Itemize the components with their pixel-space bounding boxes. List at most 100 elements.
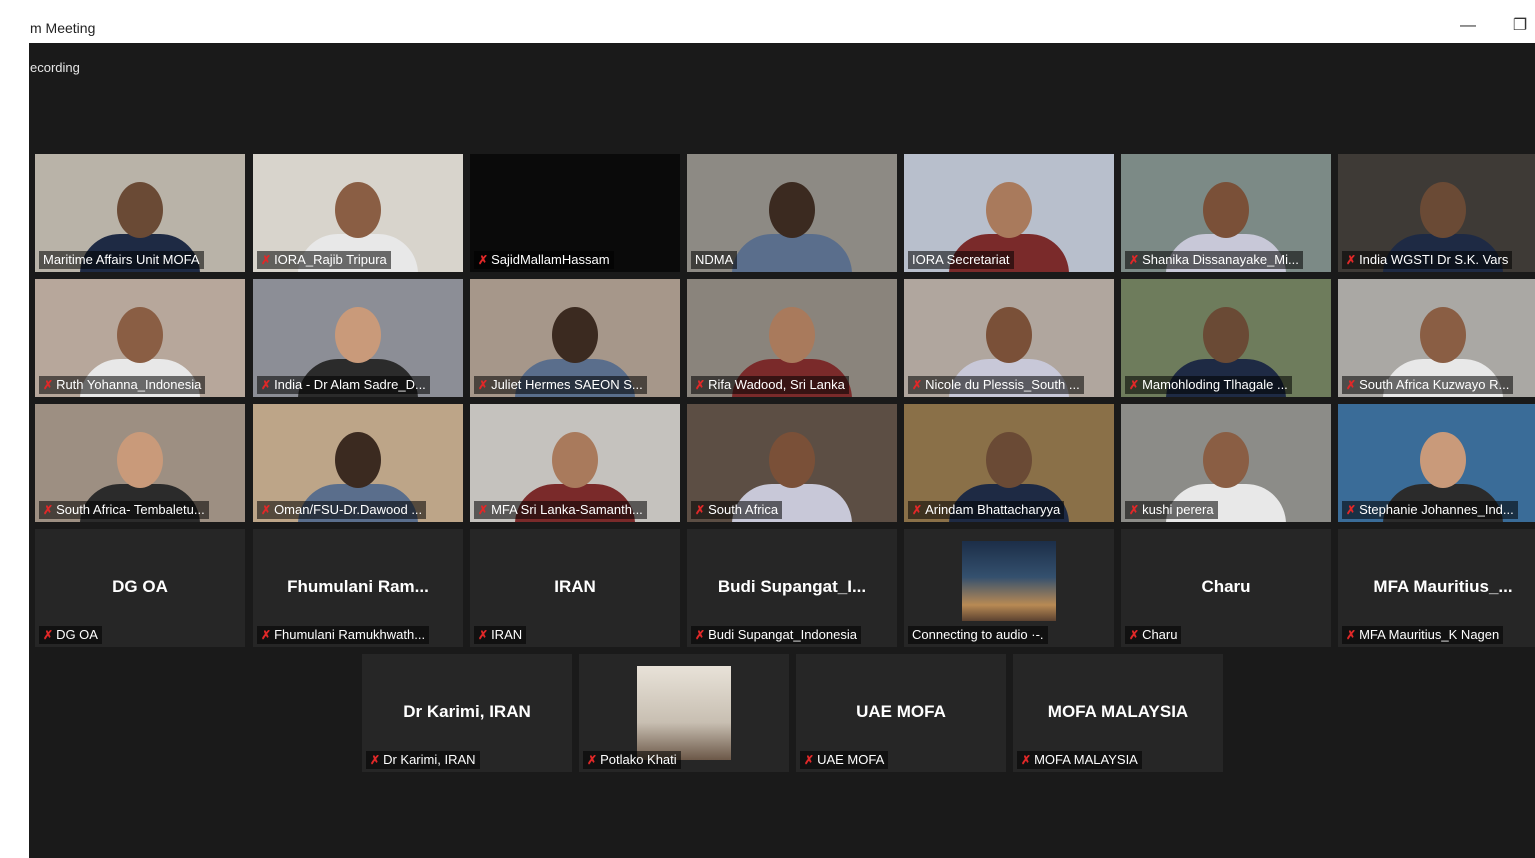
video-tile[interactable]: Maritime Affairs Unit MOFA	[35, 154, 245, 272]
participant-name: UAE MOFA	[817, 752, 885, 767]
muted-mic-icon: ✗	[261, 628, 272, 642]
name-only-tile[interactable]: Budi Supangat_I... ✗ Budi Supangat_Indones…	[687, 529, 897, 647]
participant-name: Fhumulani Ramukhwath...	[274, 627, 426, 642]
participant-video-face	[117, 182, 163, 238]
participant-name: Maritime Affairs Unit MOFA	[43, 252, 200, 267]
video-tile[interactable]: ✗ Oman/FSU-Dr.Dawood ...	[253, 404, 463, 522]
name-only-tile[interactable]: Charu ✗ Charu	[1121, 529, 1331, 647]
participant-display-name: DG OA	[112, 577, 168, 596]
name-only-tile[interactable]: MOFA MALAYSIA ✗ MOFA MALAYSIA	[1013, 654, 1223, 772]
video-tile[interactable]: ✗ IORA_Rajib Tripura	[253, 154, 463, 272]
participant-name-label: ✗ IRAN	[474, 626, 527, 644]
name-only-tile[interactable]: Fhumulani Ram... ✗ Fhumulani Ramukhwath...	[253, 529, 463, 647]
participant-name-label: ✗ Nicole du Plessis_South ...	[908, 376, 1084, 394]
participant-name-label: NDMA	[691, 251, 738, 269]
participant-name: Mamohloding Tlhagale ...	[1142, 377, 1288, 392]
participant-name-label: ✗ Arindam Bhattacharyya	[908, 501, 1065, 519]
minimize-icon[interactable]: —	[1456, 14, 1480, 38]
participant-name: Juliet Hermes SAEON S...	[491, 377, 643, 392]
participant-name-label: ✗ Fhumulani Ramukhwath...	[257, 626, 430, 644]
video-tile[interactable]: NDMA	[687, 154, 897, 272]
participant-display-name: UAE MOFA	[856, 702, 946, 721]
participant-name: Rifa Wadood, Sri Lanka	[708, 377, 845, 392]
video-tile[interactable]: ✗ Arindam Bhattacharyya	[904, 404, 1114, 522]
restore-icon[interactable]: ❐	[1508, 14, 1532, 38]
name-only-tile[interactable]: Connecting to audio ·-.	[904, 529, 1114, 647]
participant-name-label: ✗ Shanika Dissanayake_Mi...	[1125, 251, 1303, 269]
participant-video-face	[117, 307, 163, 363]
participant-name: IRAN	[491, 627, 523, 642]
muted-mic-icon: ✗	[695, 628, 706, 642]
video-tile[interactable]: ✗ South Africa Kuzwayo R...	[1338, 279, 1535, 397]
video-tile[interactable]: ✗ Nicole du Plessis_South ...	[904, 279, 1114, 397]
muted-mic-icon: ✗	[1129, 378, 1140, 392]
muted-mic-icon: ✗	[1129, 628, 1140, 642]
participant-name-label: ✗ Ruth Yohanna_Indonesia	[39, 376, 206, 394]
participant-name-label: ✗ India WGSTI Dr S.K. Vars	[1342, 251, 1513, 269]
muted-mic-icon: ✗	[43, 503, 54, 517]
participant-video-face	[335, 182, 381, 238]
name-only-tile[interactable]: ✗ Potlako Khati	[579, 654, 789, 772]
video-tile[interactable]: ✗ SajidMallamHassam	[470, 154, 680, 272]
name-only-tile[interactable]: IRAN ✗ IRAN	[470, 529, 680, 647]
participant-name-label: ✗ Rifa Wadood, Sri Lanka	[691, 376, 849, 394]
participant-name-label: ✗ MFA Mauritius_K Nagen	[1342, 626, 1504, 644]
muted-mic-icon: ✗	[1129, 253, 1140, 267]
video-tile[interactable]: ✗ Rifa Wadood, Sri Lanka	[687, 279, 897, 397]
participant-name: MOFA MALAYSIA	[1034, 752, 1138, 767]
participant-video-face	[1420, 307, 1466, 363]
participant-name: Potlako Khati	[600, 752, 677, 767]
muted-mic-icon: ✗	[1346, 253, 1357, 267]
video-tile[interactable]: ✗ Ruth Yohanna_Indonesia	[35, 279, 245, 397]
profile-picture	[962, 541, 1056, 621]
name-only-tile[interactable]: MFA Mauritius_... ✗ MFA Mauritius_K Nagen	[1338, 529, 1535, 647]
left-edge	[0, 43, 29, 858]
participant-name-label: ✗ SajidMallamHassam	[474, 251, 614, 269]
video-tile[interactable]: ✗ Juliet Hermes SAEON S...	[470, 279, 680, 397]
muted-mic-icon: ✗	[43, 378, 54, 392]
muted-mic-icon: ✗	[695, 378, 706, 392]
participant-name-label: ✗ MFA Sri Lanka-Samanth...	[474, 501, 647, 519]
name-only-tile[interactable]: Dr Karimi, IRAN ✗ Dr Karimi, IRAN	[362, 654, 572, 772]
participant-name: Dr Karimi, IRAN	[383, 752, 476, 767]
participant-name: SajidMallamHassam	[491, 252, 610, 267]
video-tile[interactable]: ✗ Mamohloding Tlhagale ...	[1121, 279, 1331, 397]
participant-display-name: Dr Karimi, IRAN	[403, 702, 531, 721]
video-tile[interactable]: IORA Secretariat	[904, 154, 1114, 272]
muted-mic-icon: ✗	[912, 503, 923, 517]
video-tile[interactable]: ✗ South Africa- Tembaletu...	[35, 404, 245, 522]
participant-video-face	[1203, 307, 1249, 363]
muted-mic-icon: ✗	[261, 503, 272, 517]
muted-mic-icon: ✗	[1346, 628, 1357, 642]
participant-name: Charu	[1142, 627, 1178, 642]
participant-display-name: MFA Mauritius_...	[1373, 577, 1513, 596]
participant-name: IORA_Rajib Tripura	[274, 252, 387, 267]
video-tile[interactable]: ✗ South Africa	[687, 404, 897, 522]
video-tile[interactable]: ✗ Stephanie Johannes_Ind...	[1338, 404, 1535, 522]
name-only-tile[interactable]: DG OA ✗ DG OA	[35, 529, 245, 647]
profile-picture	[637, 666, 731, 760]
participant-name: South Africa Kuzwayo R...	[1359, 377, 1510, 392]
muted-mic-icon: ✗	[261, 378, 272, 392]
participant-name-label: ✗ DG OA	[39, 626, 102, 644]
video-tile[interactable]: ✗ India - Dr Alam Sadre_D...	[253, 279, 463, 397]
video-tile[interactable]: ✗ Shanika Dissanayake_Mi...	[1121, 154, 1331, 272]
name-only-tile[interactable]: UAE MOFA ✗ UAE MOFA	[796, 654, 1006, 772]
participant-video-face	[1203, 182, 1249, 238]
participant-video-face	[986, 307, 1032, 363]
video-tile[interactable]: ✗ India WGSTI Dr S.K. Vars	[1338, 154, 1535, 272]
participant-name-label: ✗ IORA_Rajib Tripura	[257, 251, 391, 269]
participant-name: Shanika Dissanayake_Mi...	[1142, 252, 1299, 267]
participant-name-label: ✗ MOFA MALAYSIA	[1017, 751, 1142, 769]
video-tile[interactable]: ✗ MFA Sri Lanka-Samanth...	[470, 404, 680, 522]
participant-name-label: ✗ Charu	[1125, 626, 1182, 644]
participant-video-face	[1203, 432, 1249, 488]
participant-name: Arindam Bhattacharyya	[925, 502, 1061, 517]
participant-video-face	[769, 432, 815, 488]
participant-name: MFA Sri Lanka-Samanth...	[491, 502, 643, 517]
muted-mic-icon: ✗	[1021, 753, 1032, 767]
participant-name: DG OA	[56, 627, 98, 642]
video-tile[interactable]: ✗ kushi perera	[1121, 404, 1331, 522]
participant-name: NDMA	[695, 252, 734, 267]
participant-name: India - Dr Alam Sadre_D...	[274, 377, 426, 392]
